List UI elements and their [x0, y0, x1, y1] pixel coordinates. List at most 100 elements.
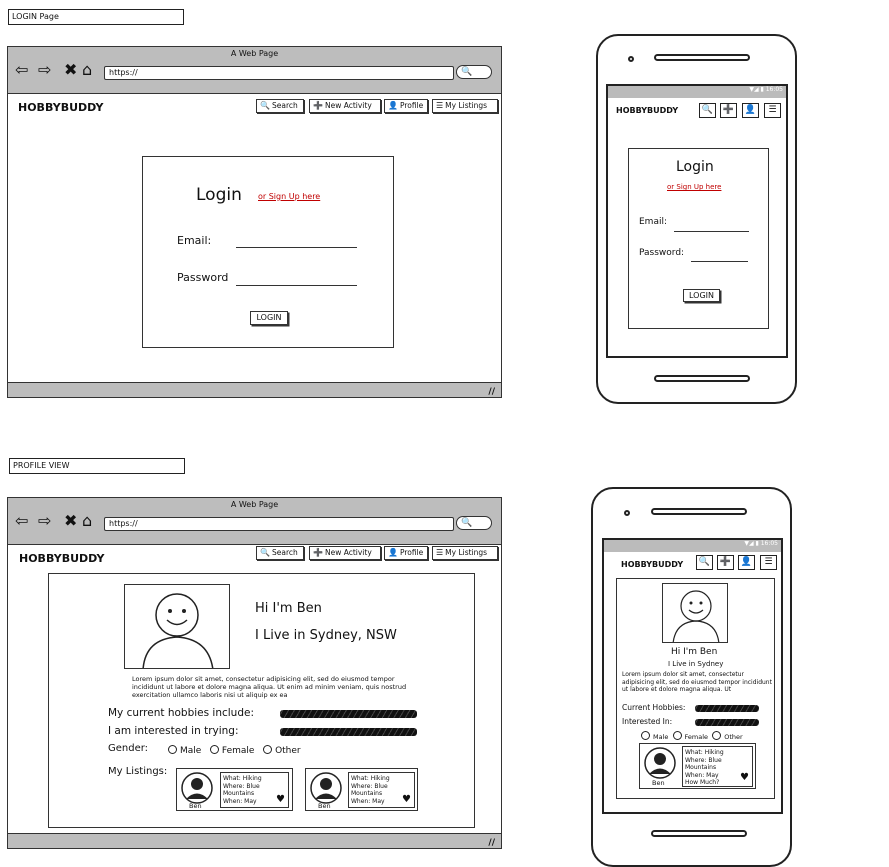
home-bar-icon[interactable]: [654, 375, 750, 382]
profile-url-field[interactable]: https://: [104, 517, 454, 531]
forward-icon[interactable]: ⇨: [38, 62, 51, 78]
resize-grip-icon[interactable]: //: [488, 387, 495, 397]
profile-avatar: [124, 584, 230, 669]
profile-phone-time: 16:05: [760, 540, 778, 547]
email-field[interactable]: [236, 247, 357, 248]
mobile-gender-male-radio[interactable]: Male: [641, 731, 669, 741]
login-button[interactable]: LOGIN: [250, 311, 288, 325]
listing-what: What: Hiking: [351, 775, 390, 782]
close-icon[interactable]: ✖: [64, 62, 77, 78]
phone-status-bar: ▼◢ ▮ 16:05: [608, 86, 786, 98]
signup-link[interactable]: or Sign Up here: [258, 192, 320, 201]
listing-avatar-icon: [310, 772, 342, 804]
gender-options: Male Female Other: [168, 745, 301, 756]
profile-bio: Lorem ipsum dolor sit amet, consectetur …: [132, 675, 407, 699]
mobile-profile-phone: ▼◢ ▮ 16:05 HOBBYBUDDY 🔍 ➕ 👤 ☰ Hi I'm Ben…: [591, 487, 792, 867]
listing-avatar-icon: [181, 772, 213, 804]
nav-my-listings-button[interactable]: ☰ My Listings: [432, 99, 498, 113]
mobile-profile-search-icon[interactable]: 🔍: [696, 555, 713, 570]
mobile-profile-user-icon[interactable]: 👤: [738, 555, 755, 570]
home-icon[interactable]: ⌂: [82, 62, 92, 78]
browser-chrome: A Web Page ⇦ ⇨ ✖ ⌂ https:// 🔍: [8, 47, 501, 94]
browser-search-icon[interactable]: 🔍: [456, 65, 492, 79]
gender-male-label: Male: [180, 746, 202, 756]
nav-profile-button[interactable]: 👤 Profile: [384, 99, 428, 113]
profile-phone-status-bar: ▼◢ ▮ 16:05: [604, 540, 781, 552]
password-field[interactable]: [236, 285, 357, 286]
listing-card[interactable]: Ben What: Hiking Where: Blue Mountains W…: [176, 768, 293, 811]
brand-logo: HOBBYBUDDY: [18, 101, 104, 114]
profile-nav-new-activity-button[interactable]: ➕ New Activity: [309, 546, 381, 560]
plus-icon: ➕: [313, 101, 323, 110]
back-icon[interactable]: ⇦: [15, 62, 28, 78]
mobile-listing-card[interactable]: Ben What: Hiking Where: Blue Mountains W…: [639, 743, 756, 789]
mobile-email-label: Email:: [639, 217, 668, 227]
profile-nav-search-label: Search: [271, 548, 298, 557]
mobile-listing-avatar-icon: [644, 747, 676, 779]
password-label: Password: [177, 271, 229, 284]
login-card: Login or Sign Up here Email: Password LO…: [142, 156, 394, 348]
mobile-heart-icon[interactable]: ♥: [740, 773, 749, 783]
mobile-login-button[interactable]: LOGIN: [683, 289, 720, 302]
heart-icon[interactable]: ♥: [276, 795, 285, 805]
mobile-login-screen: ▼◢ ▮ 16:05 HOBBYBUDDY 🔍 ➕ 👤 ☰ Login or S…: [606, 84, 788, 358]
profile-browser-chrome: A Web Page ⇦ ⇨ ✖ ⌂ https:// 🔍: [8, 498, 501, 545]
profile-nav-profile-label: Profile: [399, 548, 424, 557]
mobile-gender-female-label: Female: [684, 733, 709, 741]
profile-forward-icon[interactable]: ⇨: [38, 513, 51, 529]
gender-female-radio[interactable]: Female: [209, 745, 254, 756]
desktop-login-browser: A Web Page ⇦ ⇨ ✖ ⌂ https:// 🔍 HOBBYBUDDY…: [7, 46, 502, 398]
mobile-search-icon[interactable]: 🔍: [699, 103, 716, 118]
interested-label: I am interested in trying:: [108, 725, 239, 737]
profile-nav-search-button[interactable]: 🔍 Search: [256, 546, 304, 560]
nav-my-listings-label: My Listings: [445, 101, 488, 110]
mobile-email-field[interactable]: [674, 231, 749, 232]
mobile-interested-label: Interested In:: [622, 717, 673, 726]
profile-nav-new-activity-label: New Activity: [324, 548, 372, 557]
nav-new-activity-button[interactable]: ➕ New Activity: [309, 99, 381, 113]
mobile-list-icon[interactable]: ☰: [764, 103, 781, 118]
profile-close-icon[interactable]: ✖: [64, 513, 77, 529]
mobile-listing-what: What: Hiking: [685, 749, 724, 756]
mobile-signup-link[interactable]: or Sign Up here: [667, 183, 721, 191]
mobile-person-icon: [672, 590, 720, 642]
listing-details: What: Hiking Where: Blue Mountains When:…: [348, 772, 415, 808]
mobile-profile-plus-icon[interactable]: ➕: [717, 555, 734, 570]
profile-nav-my-listings-button[interactable]: ☰ My Listings: [432, 546, 498, 560]
gender-other-radio[interactable]: Other: [263, 745, 301, 756]
list-icon: ☰: [436, 548, 444, 557]
profile-location: I Live in Sydney, NSW: [255, 628, 397, 643]
profile-browser-status-bar: //: [8, 833, 501, 848]
mobile-gender-male-label: Male: [653, 733, 669, 741]
mobile-gender-other-label: Other: [724, 733, 743, 741]
url-field[interactable]: https://: [104, 66, 454, 80]
heart-icon[interactable]: ♥: [402, 795, 411, 805]
gender-other-label: Other: [275, 746, 301, 756]
profile-browser-search-icon[interactable]: 🔍: [456, 516, 492, 530]
listing-details: What: Hiking Where: Blue Mountains When:…: [220, 772, 289, 808]
browser-status-bar: //: [8, 382, 501, 397]
search-icon: 🔍: [260, 548, 270, 557]
profile-back-icon[interactable]: ⇦: [15, 513, 28, 529]
mobile-profile-list-icon[interactable]: ☰: [760, 555, 777, 570]
mobile-plus-icon[interactable]: ➕: [720, 103, 737, 118]
profile-resize-grip-icon[interactable]: //: [488, 838, 495, 848]
profile-home-icon[interactable]: ⌂: [82, 513, 92, 529]
mobile-login-phone: ▼◢ ▮ 16:05 HOBBYBUDDY 🔍 ➕ 👤 ☰ Login or S…: [596, 34, 797, 404]
speaker-icon: [654, 54, 750, 61]
mobile-listing-where: Where: Blue Mountains: [685, 756, 722, 772]
mobile-gender-female-radio[interactable]: Female: [672, 731, 709, 741]
nav-search-button[interactable]: 🔍 Search: [256, 99, 304, 113]
listing-card[interactable]: Ben What: Hiking Where: Blue Mountains W…: [305, 768, 418, 811]
listing-what: What: Hiking: [223, 775, 262, 782]
profile-home-bar-icon[interactable]: [651, 830, 747, 837]
mobile-password-field[interactable]: [691, 261, 748, 262]
mobile-hobbies-value: [695, 705, 759, 712]
nav-new-activity-label: New Activity: [324, 101, 372, 110]
listing-owner-name: Ben: [189, 802, 202, 810]
gender-male-radio[interactable]: Male: [168, 745, 202, 756]
mobile-user-icon[interactable]: 👤: [742, 103, 759, 118]
profile-nav-profile-button[interactable]: 👤 Profile: [384, 546, 428, 560]
mobile-profile-card: Hi I'm Ben I Live in Sydney Lorem ipsum …: [616, 578, 775, 799]
mobile-gender-other-radio[interactable]: Other: [712, 731, 743, 741]
